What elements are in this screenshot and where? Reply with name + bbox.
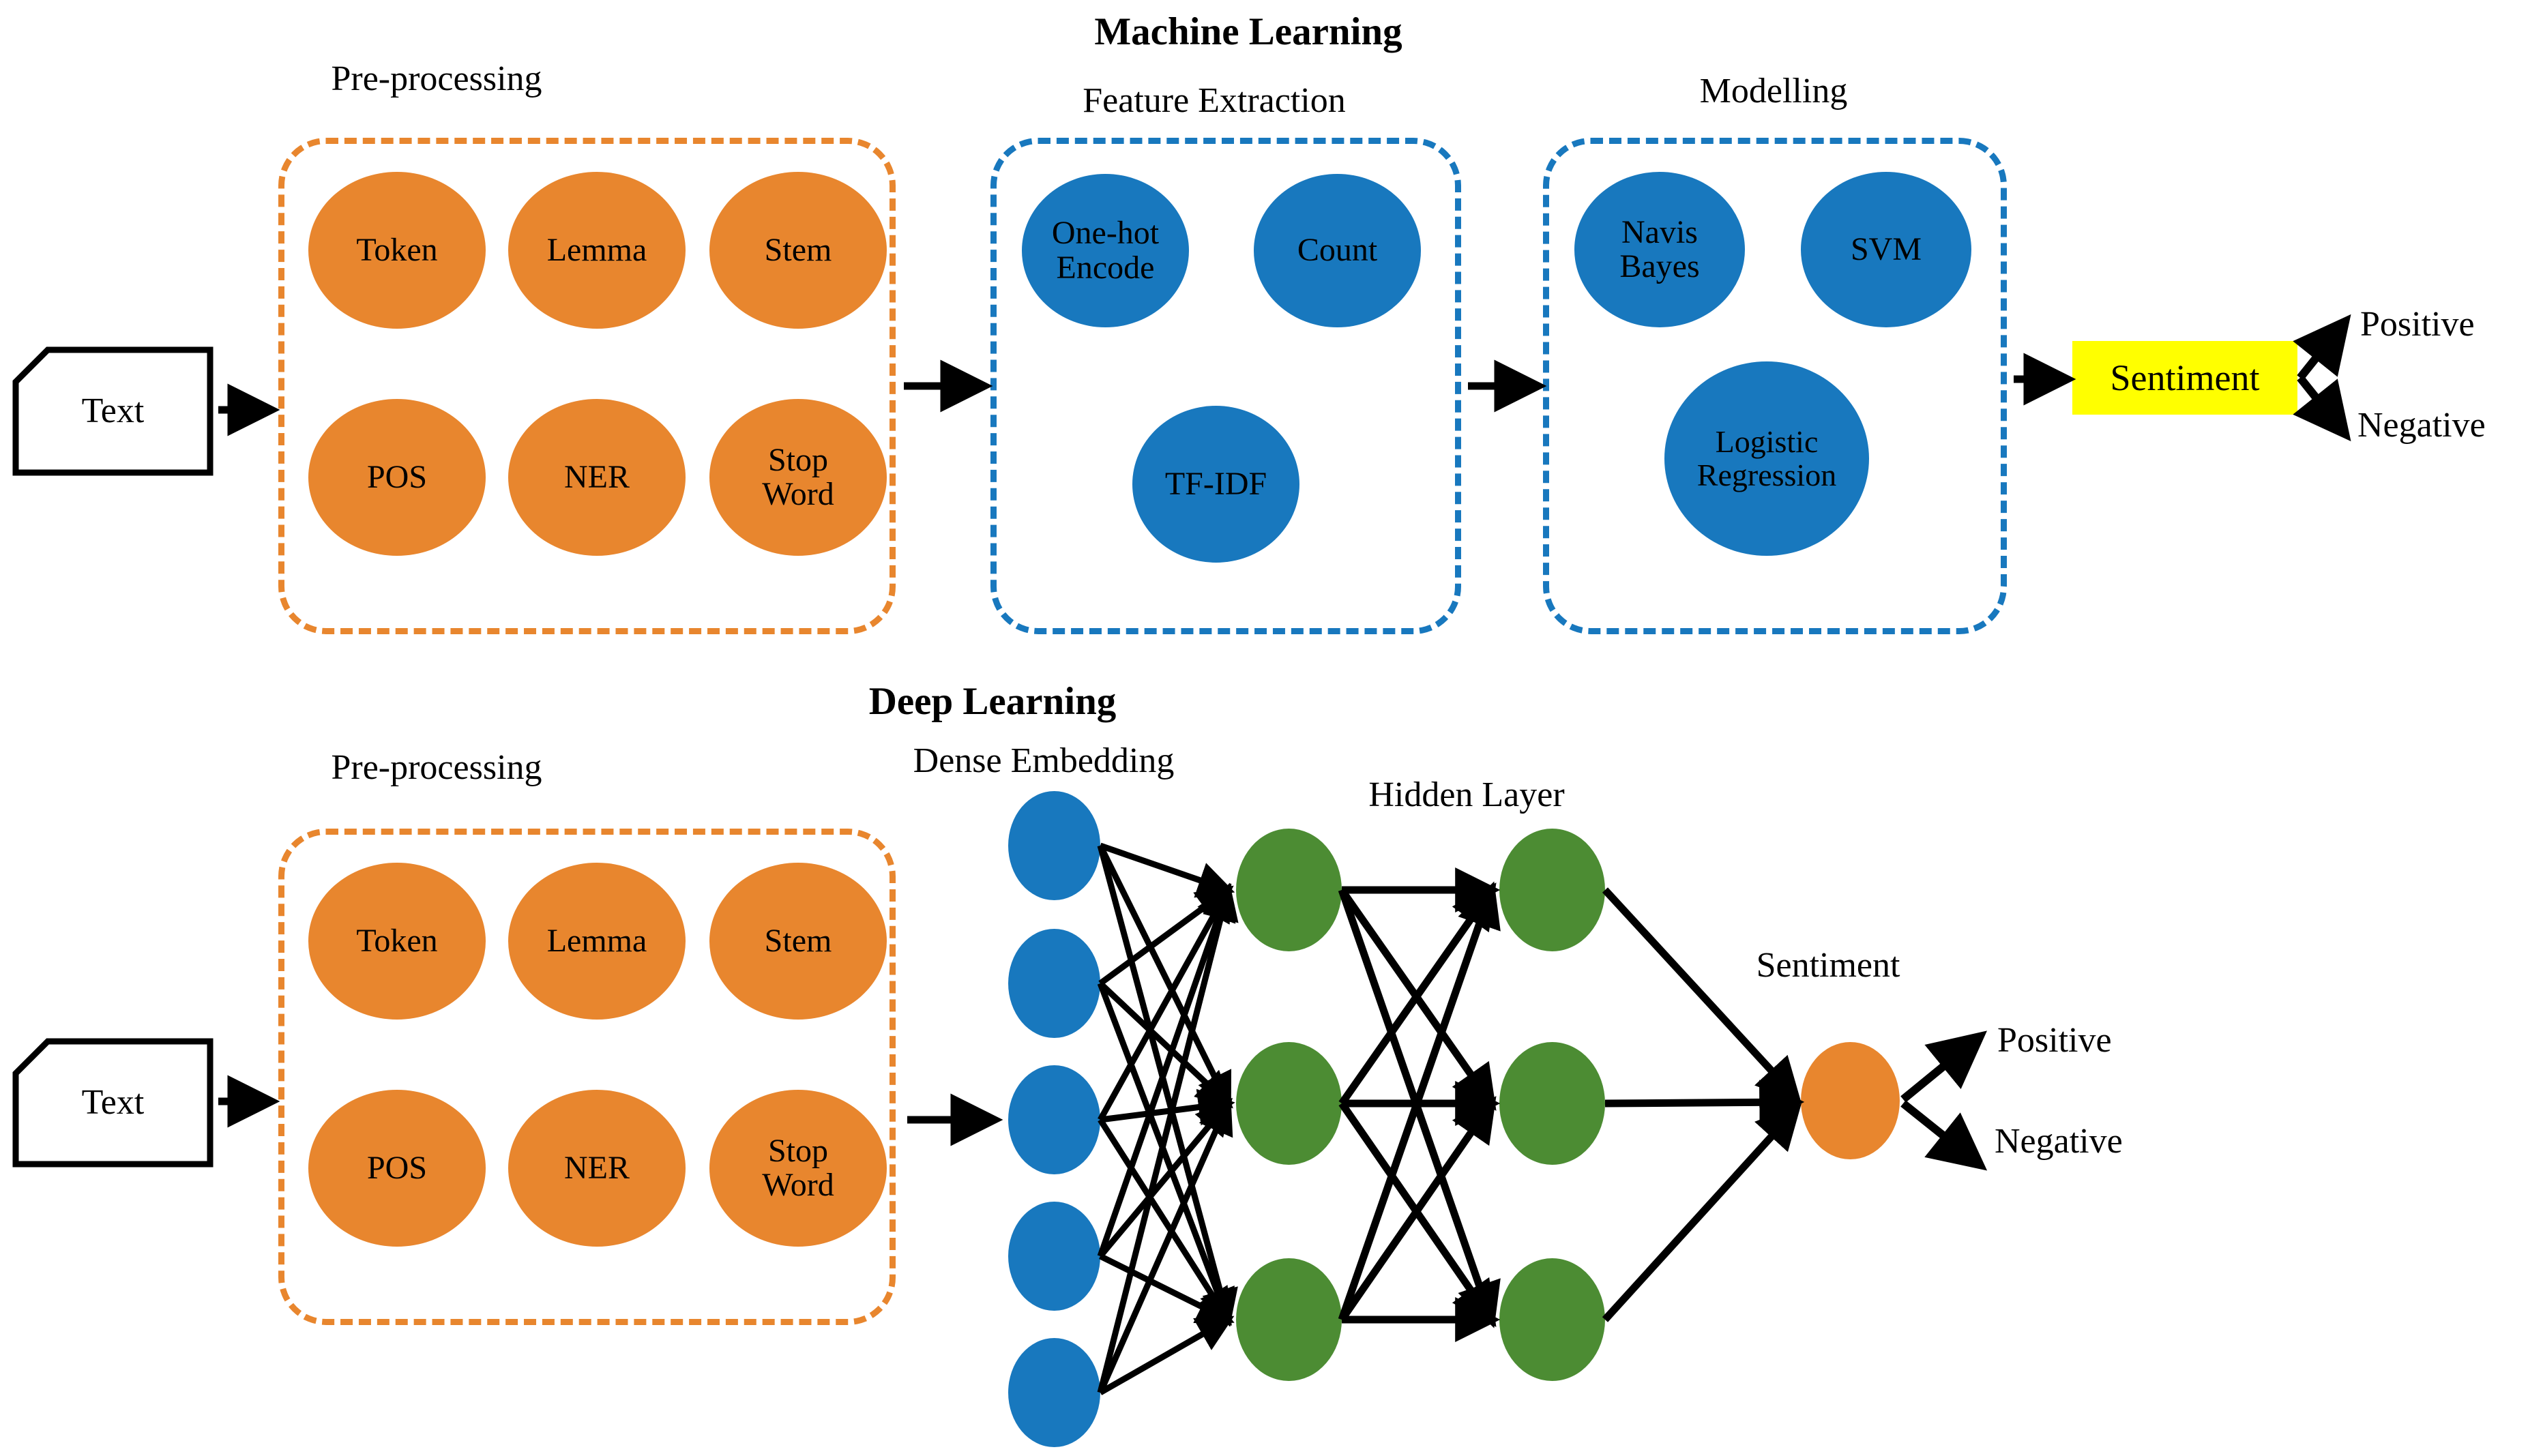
dl-text-input-label: Text [81,1083,145,1122]
ml-node-ner[interactable]: NER [508,399,686,556]
dl-hidden1-node-1[interactable] [1236,829,1342,951]
ml-text-input[interactable]: Text [12,346,214,476]
ml-node-stop-word[interactable]: Stop Word [709,399,887,556]
ml-node-navis-bayes[interactable]: Navis Bayes [1574,172,1745,327]
dl-edges-hidden1-hidden2 [1338,867,1501,1342]
dl-hidden1-node-2[interactable] [1236,1042,1342,1165]
ml-node-one-hot-encode[interactable]: One-hot Encode [1022,174,1189,327]
dl-hidden2-node-2[interactable] [1499,1042,1605,1165]
ml-node-token[interactable]: Token [308,172,486,329]
ml-feature-extraction-title: Feature Extraction [1083,81,1346,120]
dl-hidden2-node-3[interactable] [1499,1258,1605,1381]
dl-edges-embedding-hidden1 [1097,842,1239,1395]
ml-text-input-label: Text [81,391,145,430]
dl-preprocessing-title: Pre-processing [331,748,542,787]
dl-hidden-layer-title: Hidden Layer [1368,775,1565,814]
dl-embedding-node-5[interactable] [1008,1338,1100,1447]
ml-negative-label: Negative [2357,406,2486,445]
dl-node-stop-word[interactable]: Stop Word [709,1090,887,1247]
ml-sentiment-branches [2293,314,2351,442]
ml-node-tf-idf[interactable]: TF-IDF [1132,406,1299,563]
dl-text-input[interactable]: Text [12,1038,214,1168]
ml-modelling-title: Modelling [1699,72,1848,110]
deep-learning-title: Deep Learning [868,680,1117,723]
dl-embedding-node-4[interactable] [1008,1202,1100,1311]
dl-positive-label: Positive [1997,1021,2112,1060]
dl-dense-embedding-title: Dense Embedding [913,741,1175,780]
ml-node-stem[interactable]: Stem [709,172,887,329]
dl-negative-label: Negative [1995,1122,2123,1161]
dl-node-lemma[interactable]: Lemma [508,863,686,1020]
dl-node-stem[interactable]: Stem [709,863,887,1020]
ml-node-count[interactable]: Count [1254,174,1421,327]
dl-hidden2-node-1[interactable] [1499,829,1605,951]
dl-sentiment-title: Sentiment [1756,946,1900,985]
dl-output-node-sentiment[interactable] [1801,1042,1900,1159]
ml-node-logistic-regression[interactable]: Logistic Regression [1664,361,1869,556]
dl-embedding-node-1[interactable] [1008,791,1100,900]
machine-learning-title: Machine Learning [1094,10,1402,53]
dl-node-token[interactable]: Token [308,863,486,1020]
dl-hidden1-node-3[interactable] [1236,1258,1342,1381]
dl-embedding-node-3[interactable] [1008,1065,1100,1174]
dl-node-ner[interactable]: NER [508,1090,686,1247]
ml-node-lemma[interactable]: Lemma [508,172,686,329]
dl-embedding-node-2[interactable] [1008,929,1100,1038]
ml-sentiment-output-box[interactable]: Sentiment [2072,341,2297,415]
diagram-canvas: Machine Learning Pre-processing Feature … [0,0,2543,1456]
dl-node-pos[interactable]: POS [308,1090,486,1247]
ml-node-pos[interactable]: POS [308,399,486,556]
ml-positive-label: Positive [2360,305,2475,344]
ml-preprocessing-title: Pre-processing [331,59,542,98]
ml-node-svm[interactable]: SVM [1801,172,1971,327]
dl-output-branches [1900,1030,1988,1171]
